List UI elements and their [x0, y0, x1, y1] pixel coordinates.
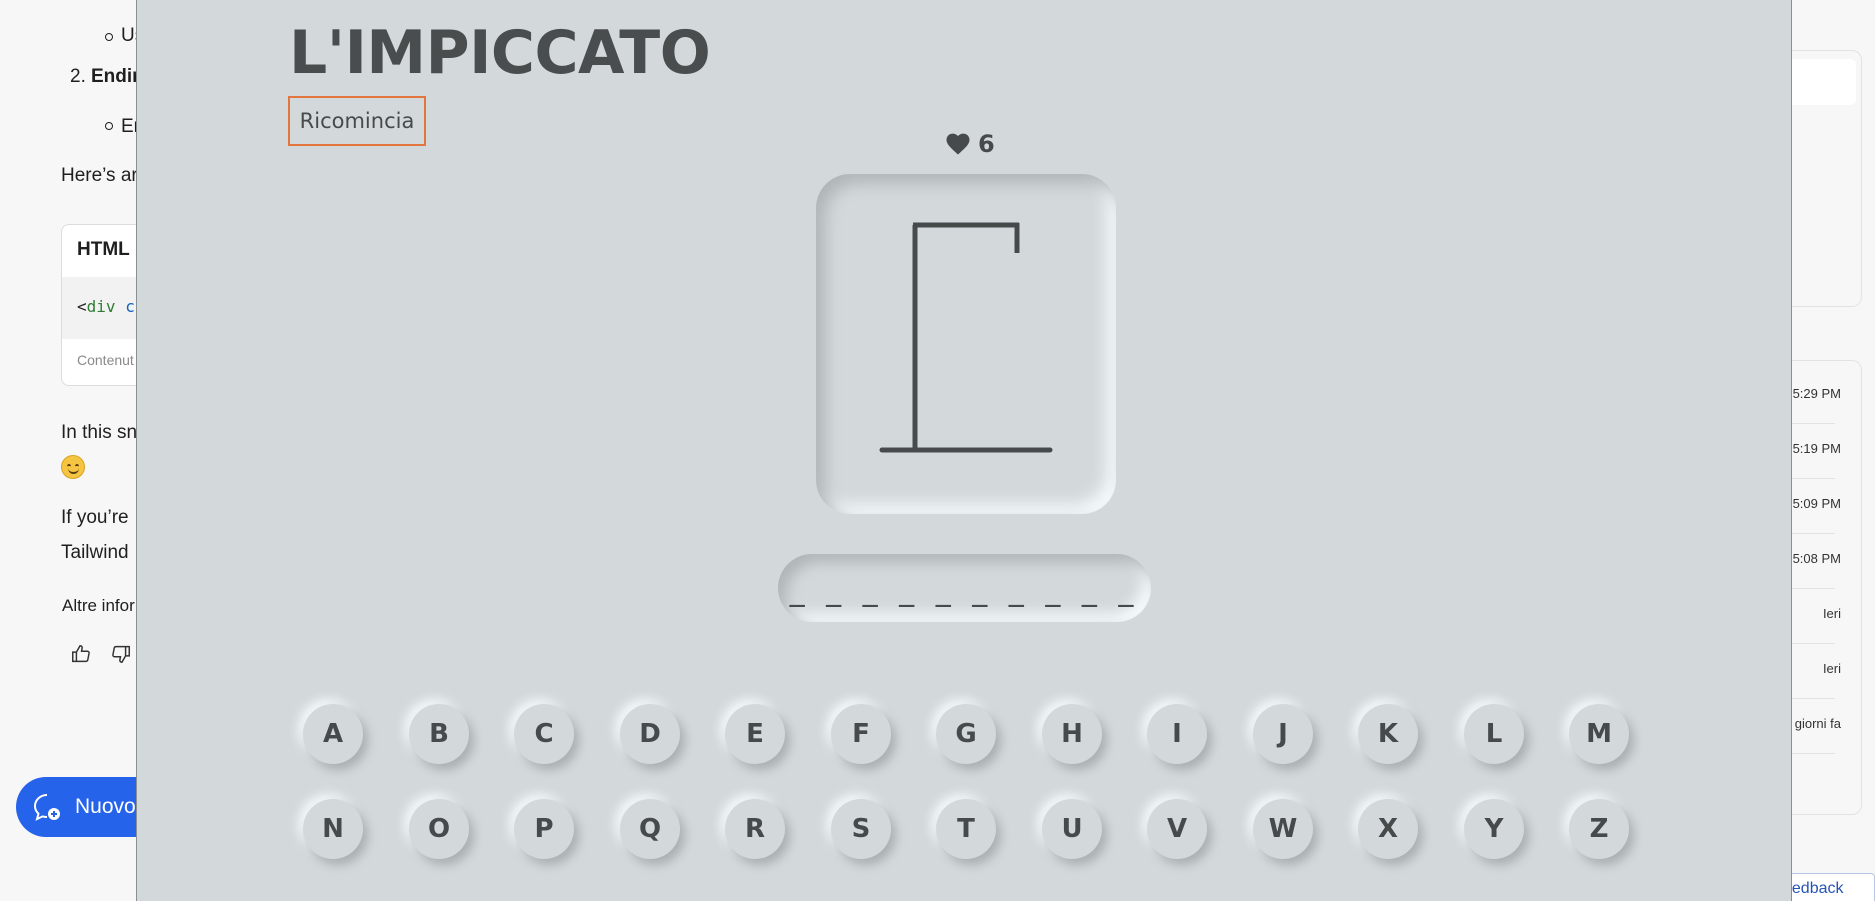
letter-key-g[interactable]: G: [936, 704, 996, 764]
divider: [1790, 753, 1835, 754]
history-time[interactable]: Ieri: [1823, 606, 1841, 621]
list-bullet: [105, 122, 113, 130]
letter-key-y[interactable]: Y: [1464, 799, 1524, 859]
letter-key-l[interactable]: L: [1464, 704, 1524, 764]
divider: [1790, 478, 1835, 479]
divider: [1790, 643, 1835, 644]
letter-key-e[interactable]: E: [725, 704, 785, 764]
divider: [1790, 533, 1835, 534]
history-time[interactable]: giorni fa: [1795, 716, 1841, 731]
code-bracket: <: [77, 297, 87, 316]
thumbs-up-icon[interactable]: [70, 642, 92, 666]
letter-key-q[interactable]: Q: [620, 799, 680, 859]
letter-key-o[interactable]: O: [409, 799, 469, 859]
letter-key-v[interactable]: V: [1147, 799, 1207, 859]
history-time[interactable]: 5:19 PM: [1793, 441, 1841, 456]
list-number: 2.: [70, 66, 86, 87]
letter-key-z[interactable]: Z: [1569, 799, 1629, 859]
letter-key-p[interactable]: P: [514, 799, 574, 859]
letter-key-i[interactable]: I: [1147, 704, 1207, 764]
search-input[interactable]: [1790, 59, 1856, 105]
letter-key-n[interactable]: N: [303, 799, 363, 859]
letter-key-b[interactable]: B: [409, 704, 469, 764]
letter-key-t[interactable]: T: [936, 799, 996, 859]
letter-key-r[interactable]: R: [725, 799, 785, 859]
letter-key-k[interactable]: K: [1358, 704, 1418, 764]
search-card: [1790, 50, 1862, 307]
new-chat-label: Nuovo: [75, 795, 136, 818]
divider: [1790, 698, 1835, 699]
letter-key-h[interactable]: H: [1042, 704, 1102, 764]
gallows-panel: [816, 174, 1116, 514]
code-attr: c: [125, 297, 135, 316]
list-bullet: [105, 33, 113, 41]
hangman-game-window: L'IMPICCATO Ricomincia 6 _ _ _ _ _ _ _ _…: [136, 0, 1792, 901]
letter-key-s[interactable]: S: [831, 799, 891, 859]
divider: [1790, 588, 1835, 589]
lives-count: 6: [978, 130, 995, 158]
history-time[interactable]: Ieri: [1823, 661, 1841, 676]
letter-key-u[interactable]: U: [1042, 799, 1102, 859]
feedback-button[interactable]: eedback: [1782, 873, 1875, 901]
history-time[interactable]: 5:29 PM: [1793, 386, 1841, 401]
history-time[interactable]: 5:08 PM: [1793, 551, 1841, 566]
code-tag: div: [86, 297, 116, 316]
paragraph-fragment: In this sn: [61, 422, 138, 443]
letter-key-a[interactable]: A: [303, 704, 363, 764]
more-info-link[interactable]: Altre infor: [62, 596, 135, 616]
letter-key-d[interactable]: D: [620, 704, 680, 764]
history-time[interactable]: 5:09 PM: [1793, 496, 1841, 511]
chat-plus-icon: [33, 794, 60, 821]
gallows-drawing: [879, 222, 1053, 453]
chat-background-left: Us 2. Endin En Here’s ar HTML <div c Con…: [0, 0, 176, 901]
history-list: 5:29 PM 5:19 PM 5:09 PM 5:08 PM Ieri Ier…: [1790, 360, 1862, 815]
heart-icon: [946, 133, 970, 155]
smile-emoji-icon: [61, 455, 85, 479]
lives-counter: 6: [946, 130, 995, 158]
paragraph-fragment: If you’re: [61, 507, 129, 528]
letter-key-f[interactable]: F: [831, 704, 891, 764]
game-title: L'IMPICCATO: [289, 18, 711, 88]
letter-key-m[interactable]: M: [1569, 704, 1629, 764]
letter-key-w[interactable]: W: [1253, 799, 1313, 859]
restart-button[interactable]: Ricomincia: [288, 96, 426, 146]
paragraph-fragment: Here’s ar: [61, 165, 138, 186]
word-display: _ _ _ _ _ _ _ _ _ _: [778, 554, 1151, 622]
divider: [1790, 423, 1835, 424]
letter-key-x[interactable]: X: [1358, 799, 1418, 859]
thumbs-down-icon[interactable]: [110, 642, 132, 666]
paragraph-fragment: Tailwind: [61, 542, 129, 563]
letter-key-j[interactable]: J: [1253, 704, 1313, 764]
letter-key-c[interactable]: C: [514, 704, 574, 764]
